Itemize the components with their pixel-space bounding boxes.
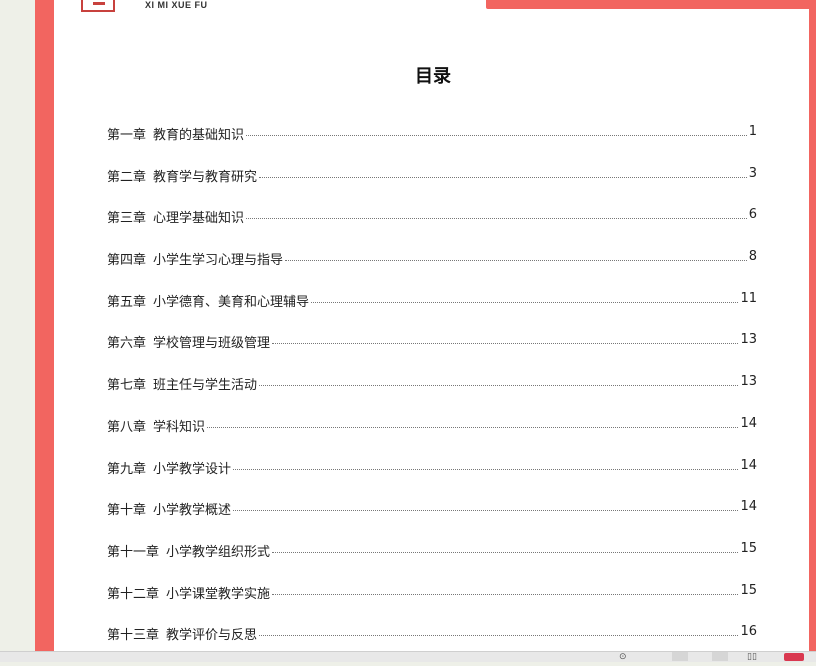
leader-dots [259,166,747,178]
page-number: 11 [740,290,757,306]
leader-dots [272,541,739,553]
single-page-icon[interactable] [672,652,688,661]
chapter-number: 第二章 [107,169,147,185]
leader-dots [311,291,739,303]
chapter-number: 第十二章 [107,586,160,602]
continuous-page-icon[interactable] [712,652,728,661]
page-number: 16 [740,624,757,640]
leader-dots [259,624,739,637]
page-number: 13 [740,374,757,390]
chapter-title: 教育的基础知识 [153,128,245,143]
page-number: 14 [740,499,757,515]
chapter-number: 第六章 [107,336,147,352]
leader-dots [233,499,739,512]
table-of-contents: 第一章 教育的基础知识 1 第二章 教育学与教育研究 3 第三章 心理学基础知识 6 第四章… [107,124,757,666]
chapter-number: 第九章 [107,461,147,477]
chapter-title: 教育学与教育研究 [153,169,258,185]
leader-dots [233,458,739,470]
toc-entry[interactable]: 第一章 教育的基础知识 1 [107,124,757,166]
leader-dots [246,207,747,220]
chapter-number: 第十三章 [107,628,160,644]
leader-dots [272,332,739,345]
page-number: 15 [740,540,757,556]
header-banner [486,0,816,9]
toc-entry[interactable]: 第五章 小学德育、美育和心理辅导 11 [107,291,757,333]
chapter-number: 第五章 [107,294,147,310]
chapter-title: 班主任与学生活动 [153,378,258,394]
toc-entry[interactable]: 第十一章 小学教学组织形式 15 [107,541,757,583]
page-number: 14 [740,457,757,473]
chapter-title: 学科知识 [153,419,206,435]
chapter-title: 小学课堂教学实施 [166,586,271,602]
chapter-number: 第七章 [107,378,147,394]
chapter-number: 第八章 [107,419,147,435]
chapter-title: 小学教学概述 [153,503,232,519]
zoom-icon[interactable]: ⊙ [619,653,627,662]
toc-entry[interactable]: 第七章 班主任与学生活动 13 [107,374,757,416]
page-number: 13 [740,332,757,348]
chapter-title: 小学生学习心理与指导 [153,253,284,269]
logo-icon [81,0,115,12]
page-number: 6 [748,207,757,223]
chapter-title: 小学德育、美育和心理辅导 [153,294,310,310]
leader-dots [246,124,747,136]
logo-text: XI MI XUE FU [145,0,208,10]
leader-dots [259,374,739,387]
left-gutter [0,0,35,661]
toc-entry[interactable]: 第三章 心理学基础知识 6 [107,207,757,249]
leader-dots [272,583,739,595]
page-number: 14 [740,415,757,431]
chapter-title: 小学教学设计 [153,461,232,477]
chapter-title: 教学评价与反思 [166,628,258,644]
toc-entry[interactable]: 第九章 小学教学设计 14 [107,458,757,500]
toc-entry[interactable]: 第四章 小学生学习心理与指导 8 [107,249,757,291]
chapter-number: 第三章 [107,211,147,227]
page-number: 3 [748,165,757,181]
toc-entry[interactable]: 第八章 学科知识 14 [107,416,757,458]
leader-dots [285,249,747,262]
chapter-title: 学校管理与班级管理 [153,336,271,352]
chapter-number: 第四章 [107,253,147,269]
page-number: 8 [748,249,757,265]
leader-dots [207,416,739,428]
toc-title: 目录 [415,66,451,87]
toc-entry[interactable]: 第十二章 小学课堂教学实施 15 [107,583,757,625]
page-number: 15 [740,582,757,598]
chapter-number: 第十章 [107,503,147,519]
page-number: 1 [748,124,757,139]
chapter-title: 心理学基础知识 [153,211,245,227]
two-page-icon[interactable]: ▯▯ [747,653,757,662]
chapter-number: 第一章 [107,128,147,143]
status-bar [0,651,816,662]
chapter-number: 第十一章 [107,544,160,560]
toc-entry[interactable]: 第二章 教育学与教育研究 3 [107,166,757,208]
chapter-title: 小学教学组织形式 [166,544,271,560]
toc-entry[interactable]: 第六章 学校管理与班级管理 13 [107,332,757,374]
toc-entry[interactable]: 第十章 小学教学概述 14 [107,499,757,541]
app-badge-icon[interactable] [784,653,804,661]
